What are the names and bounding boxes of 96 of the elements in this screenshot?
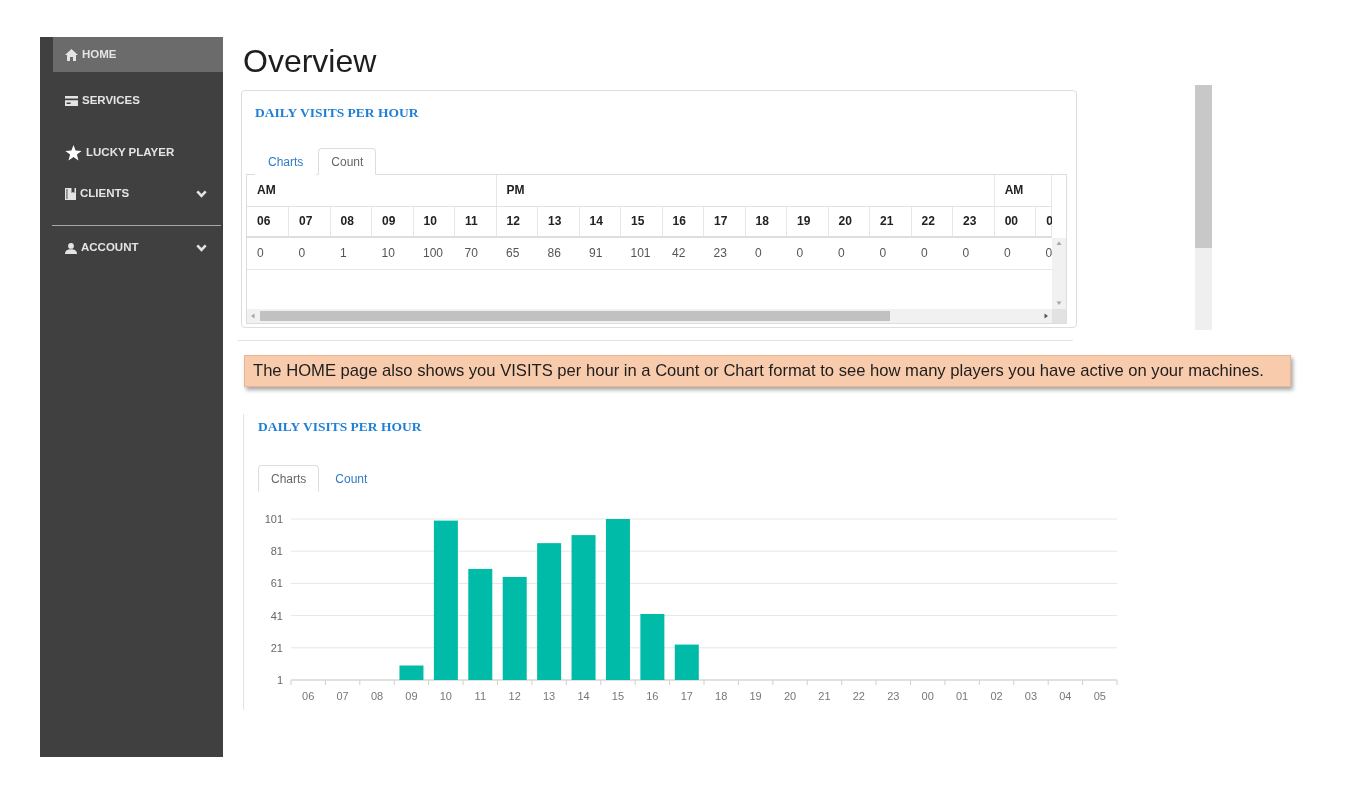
chart-bar (640, 614, 665, 680)
page-title: Overview (243, 44, 378, 79)
person-icon (65, 242, 77, 254)
axis-label: 1 (276, 674, 283, 686)
table-cell: 0 (911, 238, 953, 269)
column-header: 19 (786, 206, 828, 237)
chart-bar (674, 644, 699, 680)
column-header: 20 (828, 206, 870, 237)
chevron-down-icon (196, 190, 207, 198)
axis-label: 101 (264, 513, 283, 525)
panel-title: DAILY VISITS PER HOUR (258, 418, 423, 435)
column-header: 10 (413, 206, 455, 237)
axis-label: 19 (749, 690, 762, 702)
table-cell: 0 (247, 238, 289, 269)
book-icon (65, 188, 76, 200)
axis-label: 12 (508, 690, 521, 702)
axis-label: 10 (439, 690, 452, 702)
sidebar-item[interactable]: ACCOUNT (53, 226, 223, 270)
column-header: 0 (1035, 206, 1052, 237)
axis-label: 01 (956, 690, 969, 702)
sidebar-item[interactable]: HOME (53, 37, 223, 72)
table-cell: 0 (786, 238, 828, 269)
axis-label: 13 (543, 690, 556, 702)
column-header: 06 (247, 206, 289, 237)
axis-label: 21 (270, 641, 283, 654)
table-cell: 0 (828, 238, 870, 269)
column-header: 22 (911, 206, 953, 237)
column-header: 13 (537, 206, 579, 237)
table-cell: 65 (496, 238, 538, 269)
column-header: 14 (579, 206, 621, 237)
column-header: 17 (703, 206, 745, 237)
tab[interactable]: Count (318, 148, 377, 175)
tab[interactable]: Charts (258, 465, 320, 492)
table-cell: 0 (869, 238, 911, 269)
axis-label: 41 (270, 609, 283, 622)
column-header: 21 (869, 206, 911, 237)
scrollbar[interactable] (247, 309, 1052, 323)
column-header: 07 (288, 206, 330, 237)
axis-label: 11 (474, 690, 486, 702)
sidebar-item[interactable]: LUCKY PLAYER (53, 130, 223, 176)
table-cell: 70 (454, 238, 496, 269)
panel-title: DAILY VISITS PER HOUR (254, 104, 420, 121)
axis-label: 20 (783, 690, 797, 702)
axis-label: 14 (577, 690, 590, 702)
table-cell: 42 (662, 238, 704, 269)
table-cell: 0 (994, 238, 1036, 269)
axis-label: 18 (715, 690, 728, 702)
axis-label: 04 (1059, 690, 1072, 702)
column-header: 23 (952, 206, 995, 237)
house-icon (65, 48, 78, 61)
axis-label: 21 (818, 690, 831, 702)
axis-label: 08 (370, 690, 384, 702)
axis-label: 03 (1024, 690, 1038, 702)
table-cell: 101 (620, 238, 662, 269)
table-cell: 86 (537, 238, 579, 269)
column-header: 09 (371, 206, 413, 237)
column-header: 00 (994, 206, 1036, 237)
chevron-down-icon (196, 244, 207, 252)
axis-label: 06 (302, 690, 315, 702)
table-cell: 0 (952, 238, 994, 269)
table-cell: 91 (579, 238, 621, 269)
table-cell: 100 (413, 238, 455, 269)
period-header: AM (247, 175, 496, 206)
sidebar-item[interactable]: SERVICES (53, 72, 223, 130)
star-icon (65, 145, 82, 161)
axis-label: 22 (852, 690, 865, 702)
axis-label: 09 (405, 690, 418, 702)
scrollbar[interactable] (1195, 85, 1212, 330)
axis-label: 02 (990, 690, 1003, 702)
column-header: 16 (662, 206, 704, 237)
period-header: AM (994, 175, 1052, 206)
axis-label: 00 (921, 690, 934, 702)
column-header: 18 (745, 206, 787, 237)
axis-label: 61 (270, 577, 283, 590)
axis-label: 17 (680, 690, 693, 702)
table-cell: 23 (703, 238, 745, 269)
axis-label: 05 (1093, 690, 1106, 702)
axis-label: 07 (336, 690, 349, 702)
table-cell: 10 (371, 238, 413, 269)
axis-label: 81 (270, 545, 283, 558)
table-cell: 0 (745, 238, 787, 269)
column-header: 11 (454, 206, 496, 237)
axis-label: 16 (646, 690, 659, 702)
chart-bar (399, 665, 424, 680)
scrollbar[interactable] (1052, 238, 1066, 323)
table-cell: 1 (330, 238, 372, 269)
column-header: 12 (496, 206, 538, 237)
table-cell: 0 (288, 238, 330, 269)
axis-label: 15 (611, 690, 625, 702)
column-header: 15 (620, 206, 662, 237)
card-icon (65, 96, 78, 106)
period-header: PM (496, 175, 995, 206)
axis-label: 23 (887, 690, 900, 702)
column-header: 08 (330, 206, 372, 237)
sidebar-item[interactable]: CLIENTS (53, 176, 223, 212)
callout-note: The HOME page also shows you VISITS per hour in a Count or Chart format to see how many players you have active on your machines. (244, 355, 1291, 387)
